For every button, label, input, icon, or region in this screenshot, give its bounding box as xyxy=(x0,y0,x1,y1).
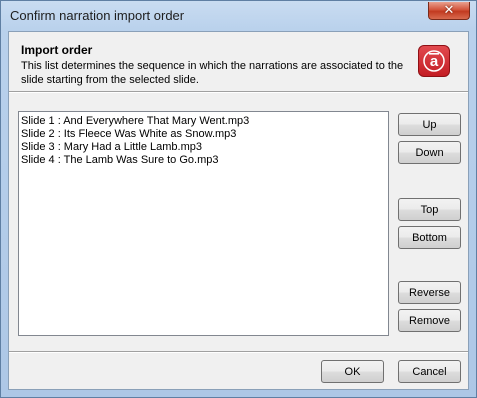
down-button[interactable]: Down xyxy=(398,141,461,164)
dialog-window: Confirm narration import order ✕ Import … xyxy=(0,0,477,398)
dialog-client-area: Import order This list determines the se… xyxy=(8,31,469,390)
footer-divider xyxy=(9,351,468,353)
list-item[interactable]: Slide 4 : The Lamb Was Sure to Go.mp3 xyxy=(19,154,388,167)
header-divider xyxy=(9,91,468,93)
top-button[interactable]: Top xyxy=(398,198,461,221)
reverse-button[interactable]: Reverse xyxy=(398,281,461,304)
list-item[interactable]: Slide 3 : Mary Had a Little Lamb.mp3 xyxy=(19,141,388,154)
app-logo-icon: a xyxy=(418,45,450,77)
header-title: Import order xyxy=(21,43,93,57)
up-button[interactable]: Up xyxy=(398,113,461,136)
window-title: Confirm narration import order xyxy=(10,8,185,23)
logo-letter: a xyxy=(430,53,439,70)
close-icon: ✕ xyxy=(443,3,455,18)
logo-glyph-icon: a xyxy=(423,50,445,72)
remove-button[interactable]: Remove xyxy=(398,309,461,332)
ok-button[interactable]: OK xyxy=(321,360,384,383)
cancel-button[interactable]: Cancel xyxy=(398,360,461,383)
bottom-button[interactable]: Bottom xyxy=(398,226,461,249)
dialog-header: Import order This list determines the se… xyxy=(9,32,468,88)
header-description: This list determines the sequence in whi… xyxy=(21,60,404,86)
close-button[interactable]: ✕ xyxy=(428,2,470,20)
narration-order-list[interactable]: Slide 1 : And Everywhere That Mary Went.… xyxy=(18,111,389,336)
title-bar[interactable]: Confirm narration import order ✕ xyxy=(1,1,476,31)
list-item[interactable]: Slide 1 : And Everywhere That Mary Went.… xyxy=(19,115,388,128)
list-item[interactable]: Slide 2 : Its Fleece Was White as Snow.m… xyxy=(19,128,388,141)
